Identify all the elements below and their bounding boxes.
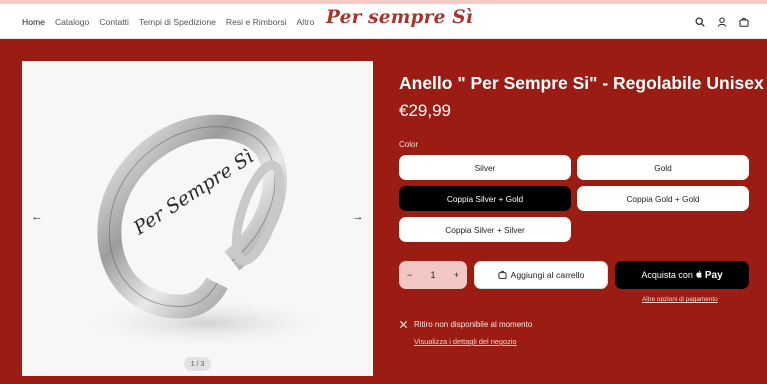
cart-icon[interactable] bbox=[739, 17, 749, 27]
product-gallery: Per Sempre Sì ← → 1 / 3 bbox=[22, 61, 373, 376]
store-details-link[interactable]: Visualizza i dettagli del negozio bbox=[414, 337, 517, 346]
quantity-value: 1 bbox=[430, 270, 436, 280]
add-to-cart-button[interactable]: Aggiungi al carrello bbox=[474, 261, 608, 289]
variant-silver[interactable]: Silver bbox=[399, 155, 571, 180]
close-x-icon bbox=[399, 320, 408, 329]
quantity-decrease-button[interactable]: − bbox=[407, 270, 412, 280]
gallery-prev-arrow[interactable]: ← bbox=[30, 211, 44, 223]
more-payment-options-link[interactable]: Altre opzioni di pagamento bbox=[642, 296, 718, 303]
ring-image: Per Sempre Sì bbox=[77, 114, 337, 349]
variant-coppia-silver-silver[interactable]: Coppia Silver + Silver bbox=[399, 217, 571, 242]
apple-pay-brand: Pay bbox=[704, 269, 723, 281]
apple-logo-icon bbox=[695, 270, 703, 281]
quantity-increase-button[interactable]: + bbox=[454, 270, 459, 280]
product-price: €29,99 bbox=[399, 101, 451, 120]
nav-contatti[interactable]: Contatti bbox=[99, 17, 129, 27]
brand-logo[interactable]: Per sempre Sì bbox=[326, 7, 473, 28]
nav-resi-rimborsi[interactable]: Resi e Rimborsi bbox=[226, 17, 287, 27]
add-to-cart-label: Aggiungi al carrello bbox=[510, 270, 585, 280]
gallery-next-arrow[interactable]: → bbox=[351, 211, 365, 223]
variant-coppia-silver-gold[interactable]: Coppia Silver + Gold bbox=[399, 186, 571, 211]
account-icon[interactable] bbox=[717, 17, 727, 27]
pickup-status-text: Ritiro non disponibile al momento bbox=[414, 320, 533, 329]
shopping-bag-icon bbox=[497, 270, 507, 281]
variant-gold[interactable]: Gold bbox=[577, 155, 749, 180]
nav-catalogo[interactable]: Catalogo bbox=[55, 17, 89, 27]
apple-pay-button[interactable]: Acquista con Pay bbox=[615, 261, 749, 289]
nav-tempi-spedizione[interactable]: Tempi di Spedizione bbox=[139, 17, 216, 27]
pickup-availability: Ritiro non disponibile al momento bbox=[399, 320, 532, 329]
nav-home[interactable]: Home bbox=[22, 17, 45, 27]
color-option-label: Color bbox=[399, 140, 419, 149]
site-header: Home Catalogo Contatti Tempi di Spedizio… bbox=[0, 4, 767, 39]
product-title: Anello " Per Sempre Si" - Regolabile Uni… bbox=[399, 73, 764, 93]
gallery-pager: 1 / 3 bbox=[184, 357, 211, 371]
header-actions bbox=[695, 4, 749, 39]
nav-altro[interactable]: Altro bbox=[297, 17, 315, 27]
apple-pay-prefix: Acquista con bbox=[641, 270, 693, 280]
quantity-stepper: − 1 + bbox=[399, 261, 467, 289]
main-nav: Home Catalogo Contatti Tempi di Spedizio… bbox=[22, 4, 324, 39]
search-icon[interactable] bbox=[695, 16, 705, 27]
variant-coppia-gold-gold[interactable]: Coppia Gold + Gold bbox=[577, 186, 749, 211]
